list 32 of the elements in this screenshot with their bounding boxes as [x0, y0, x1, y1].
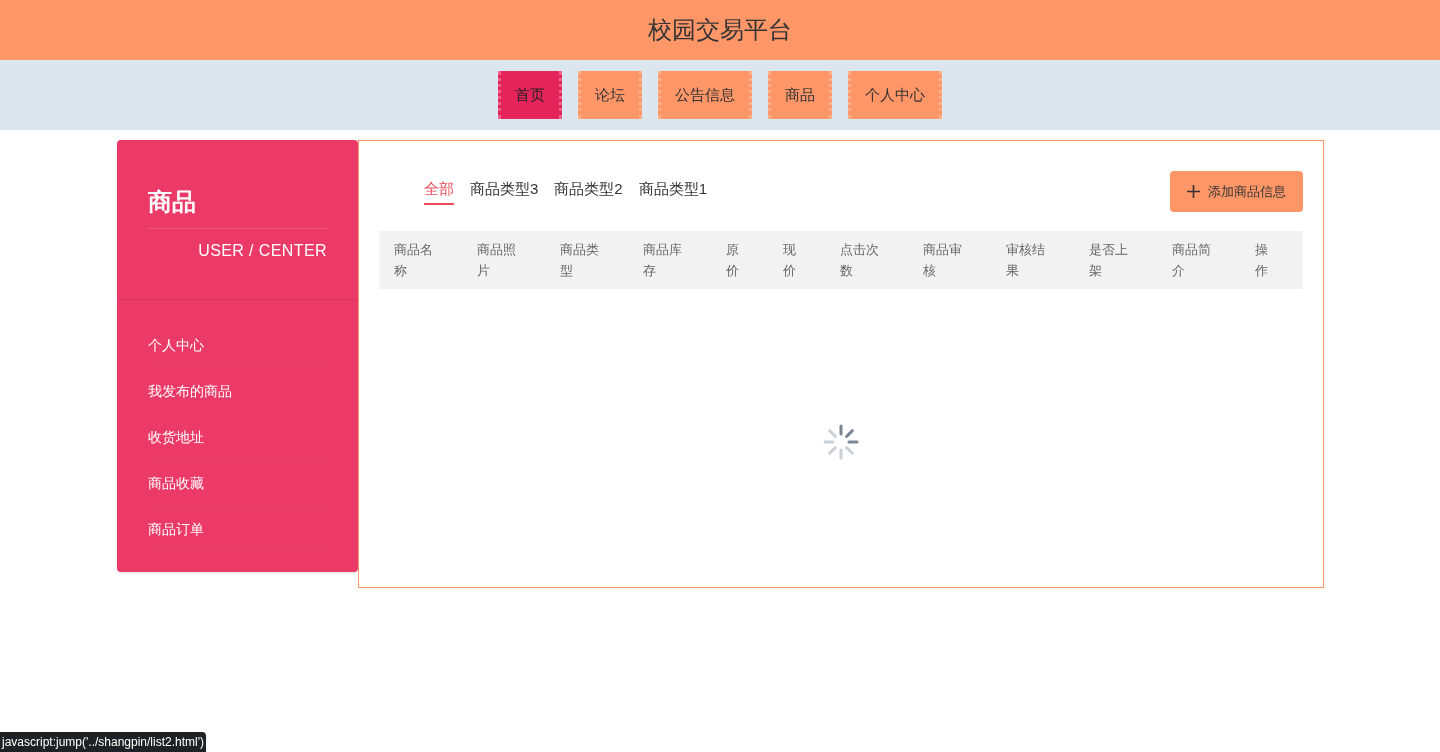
- filter-tab[interactable]: 全部: [424, 178, 454, 205]
- column-header: 审核结果: [1005, 241, 1046, 280]
- add-item-button[interactable]: 添加商品信息: [1170, 171, 1303, 212]
- column-header: 商品库存: [642, 241, 683, 280]
- site-title: 校园交易平台: [648, 15, 792, 45]
- column-header: 现价: [782, 241, 797, 280]
- column-header: 点击次数: [839, 241, 880, 280]
- sidebar-link[interactable]: 个人中心: [148, 322, 327, 368]
- column-header: 商品名称: [393, 241, 434, 280]
- filter-tab[interactable]: 商品类型1: [638, 178, 708, 205]
- column-header: 商品类型: [559, 241, 600, 280]
- sidebar-link[interactable]: 我发布的商品: [148, 368, 327, 414]
- filter-tab[interactable]: 商品类型3: [470, 178, 539, 205]
- sidebar-link[interactable]: 收货地址: [148, 414, 327, 460]
- sidebar-link[interactable]: 商品订单: [148, 506, 327, 552]
- column-header: 是否上架: [1088, 241, 1129, 280]
- sidebar-link[interactable]: 商品收藏: [148, 460, 327, 506]
- column-header: 商品照片: [476, 241, 517, 280]
- column-header: 商品简介: [1171, 241, 1212, 280]
- column-header: 原价: [725, 241, 740, 280]
- nav-tab[interactable]: 首页: [498, 71, 562, 119]
- nav-tab[interactable]: 论坛: [578, 71, 642, 119]
- nav-tab[interactable]: 个人中心: [848, 71, 942, 119]
- column-header: 操作: [1254, 241, 1269, 280]
- status-bar-url: javascript:jump('../shangpin/list2.html'): [0, 732, 206, 752]
- column-header: 商品审核: [922, 241, 963, 280]
- nav-tab[interactable]: 公告信息: [658, 71, 752, 119]
- sidebar-title: 商品: [148, 184, 327, 229]
- plus-icon: [1187, 185, 1200, 198]
- sidebar-subtitle: USER / CENTER: [197, 241, 327, 261]
- nav-tab[interactable]: 商品: [768, 71, 832, 119]
- filter-tab[interactable]: 商品类型2: [554, 178, 623, 205]
